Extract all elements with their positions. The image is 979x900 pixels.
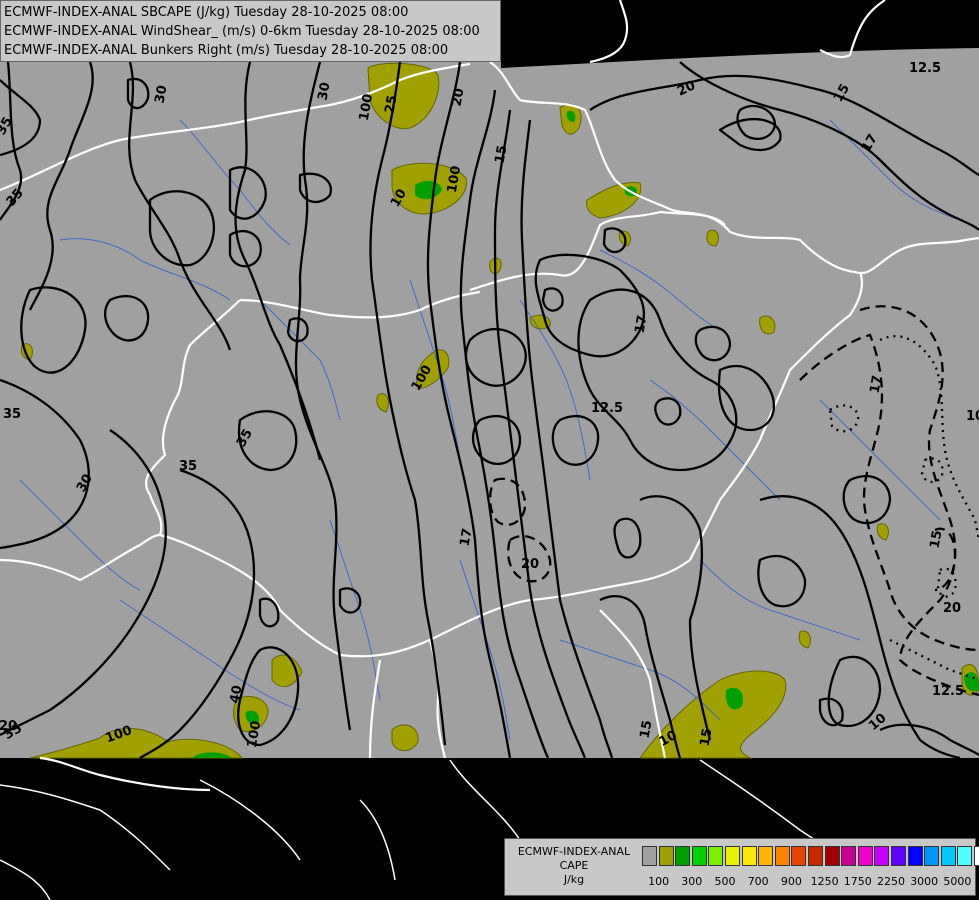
legend-swatch xyxy=(741,846,757,866)
contour-label: 15 xyxy=(493,144,511,164)
contour-label: 40 xyxy=(228,684,246,704)
contour-label: 20 xyxy=(0,719,17,734)
legend-swatch xyxy=(791,846,807,866)
legend-swatch xyxy=(973,846,979,866)
legend-swatch xyxy=(691,846,707,866)
contour-label: 35 xyxy=(179,459,197,474)
legend-tick: 700 xyxy=(747,875,769,888)
legend-swatch xyxy=(841,846,857,866)
contour-label: 12.5 xyxy=(591,401,623,416)
legend-swatch xyxy=(758,846,774,866)
contour-label: 15 xyxy=(928,529,946,549)
legend-swatch xyxy=(774,846,790,866)
contour-label: 20 xyxy=(943,601,961,616)
legend-tick: 2250 xyxy=(877,875,905,888)
weather-map: 353530 3025 20 2015 1712.5151735353035403517… xyxy=(0,0,979,900)
legend-swatch xyxy=(824,846,840,866)
legend-swatches xyxy=(642,846,979,866)
map-title-box: ECMWF-INDEX-ANAL SBCAPE (J/kg) Tuesday 2… xyxy=(0,0,501,62)
contour-label: 15 xyxy=(698,727,716,747)
legend-tick: 5000 xyxy=(943,875,972,888)
cape-legend: ECMWF-INDEX-ANAL CAPE J/kg 100 300 500 700 9… xyxy=(504,838,979,896)
legend-swatch xyxy=(708,846,724,866)
legend-swatch xyxy=(807,846,823,866)
legend-title-unit: J/kg xyxy=(563,873,585,886)
contour-label: 20 xyxy=(521,557,539,572)
contour-label: 10 xyxy=(966,409,979,424)
contour-label: 17 xyxy=(633,314,651,334)
legend-tick-labels: 100 300 500 700 900 1250 1750 2250 3000 5000 xyxy=(642,875,972,889)
legend-swatch xyxy=(890,846,906,866)
legend-swatch xyxy=(924,846,940,866)
contour-label: 30 xyxy=(316,81,334,101)
legend-title-param: CAPE xyxy=(559,859,589,872)
legend-swatch xyxy=(957,846,973,866)
legend-tick: 3000 xyxy=(910,875,939,888)
legend-swatch xyxy=(642,846,657,866)
contour-label: 15 xyxy=(638,719,656,739)
title-line-windshear: ECMWF-INDEX-ANAL WindShear_ (m/s) 0-6km … xyxy=(4,24,480,39)
contour-label: 17 xyxy=(458,527,476,547)
legend-tick: 1250 xyxy=(810,875,839,888)
legend-tick: 500 xyxy=(714,875,736,888)
contour-label: 30 xyxy=(153,84,171,104)
legend-swatch xyxy=(658,846,674,866)
legend-swatch xyxy=(857,846,873,866)
contour-label: 20 xyxy=(450,87,468,107)
map-domain xyxy=(0,48,979,758)
legend-swatch xyxy=(874,846,890,866)
contour-label: 12.5 xyxy=(909,61,941,76)
legend-title: ECMWF-INDEX-ANAL CAPE J/kg xyxy=(509,845,639,887)
legend-tick: 100 xyxy=(648,875,670,888)
contour-label: 25 xyxy=(383,94,401,114)
legend-title-model: ECMWF-INDEX-ANAL xyxy=(517,845,631,858)
legend-tick: 300 xyxy=(681,875,703,888)
contour-label: 12.5 xyxy=(932,684,964,699)
contour-label: 35 xyxy=(3,407,21,422)
contour-label: 17 xyxy=(868,374,886,394)
legend-swatch xyxy=(940,846,956,866)
legend-swatch xyxy=(724,846,740,866)
title-line-bunkers: ECMWF-INDEX-ANAL Bunkers Right (m/s) Tue… xyxy=(4,43,449,58)
legend-swatch xyxy=(675,846,691,866)
title-line-cape: ECMWF-INDEX-ANAL SBCAPE (J/kg) Tuesday 2… xyxy=(4,5,409,20)
legend-swatch xyxy=(907,846,923,866)
legend-tick: 1750 xyxy=(843,875,872,888)
legend-tick: 900 xyxy=(780,875,802,888)
